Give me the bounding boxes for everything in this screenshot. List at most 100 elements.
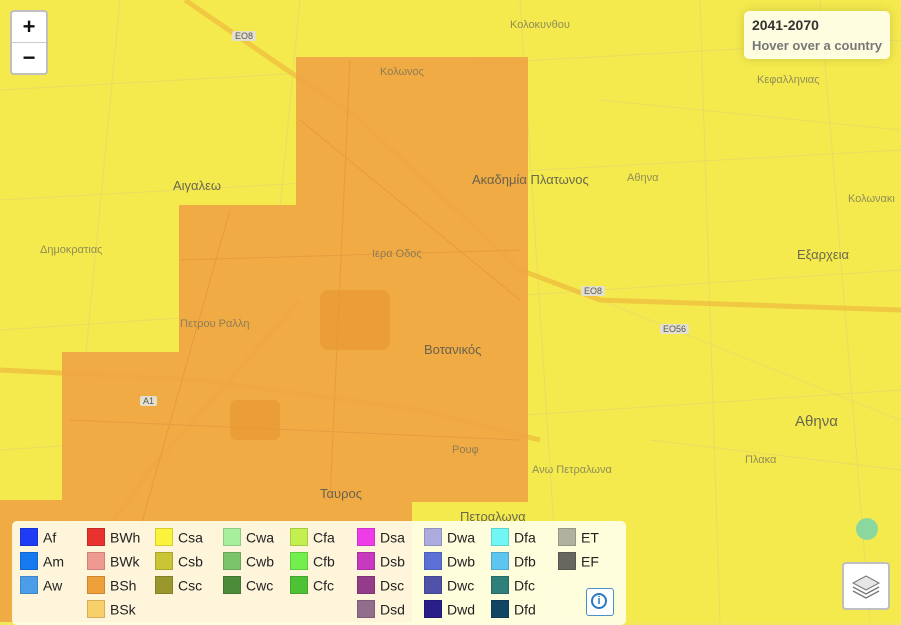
place-label: Κολοκυνθου: [510, 19, 570, 31]
legend-swatch: [290, 528, 308, 547]
metro-marker: [856, 518, 878, 540]
place-label: Εξαρχεια: [797, 247, 850, 262]
legend-item-et: ET: [558, 528, 599, 547]
legend-swatch: [223, 576, 241, 595]
legend-item-dsc: Dsc: [357, 576, 405, 595]
legend-swatch: [87, 552, 105, 571]
place-label: Ανω Πετραλωνα: [532, 464, 612, 476]
legend-label: Csb: [178, 553, 203, 570]
legend-item-cwb: Cwb: [223, 552, 274, 571]
legend-label: Dfc: [514, 577, 535, 594]
legend-item-cfc: Cfc: [290, 576, 334, 595]
legend-item-cfb: Cfb: [290, 552, 335, 571]
legend-label: Cfa: [313, 529, 335, 546]
legend-item-dwa: Dwa: [424, 528, 475, 547]
legend-swatch: [424, 528, 442, 547]
info-button[interactable]: i: [586, 588, 614, 616]
legend-item-dfd: Dfd: [491, 600, 536, 619]
legend-swatch: [558, 528, 576, 547]
legend-label: Csc: [178, 577, 203, 594]
zoom-control: + −: [10, 10, 48, 75]
legend-item-bwh: BWh: [87, 528, 141, 547]
legend-item-csb: Csb: [155, 552, 203, 571]
legend-label: Dwb: [447, 553, 476, 570]
legend-item-dwb: Dwb: [424, 552, 476, 571]
legend-swatch: [155, 576, 173, 595]
place-label: Ακαδημία Πλατωνος: [472, 172, 589, 187]
legend-item-dsb: Dsb: [357, 552, 405, 571]
legend-swatch: [20, 552, 38, 571]
legend-label: Dwd: [447, 601, 476, 618]
hover-hint: Hover over a country: [751, 38, 882, 53]
layers-button[interactable]: [842, 562, 890, 610]
legend-swatch: [155, 552, 173, 571]
legend-label: Dsd: [380, 601, 405, 618]
legend-item-csc: Csc: [155, 576, 203, 595]
legend-swatch: [223, 552, 241, 571]
legend-item-dsd: Dsd: [357, 600, 405, 619]
legend-label: BWk: [110, 553, 140, 570]
legend-label: Dsb: [380, 553, 405, 570]
legend-label: BSh: [110, 577, 137, 594]
legend-swatch: [491, 576, 509, 595]
legend-swatch: [357, 600, 375, 619]
zoom-out-button[interactable]: −: [12, 42, 46, 73]
legend-item-bsk: BSk: [87, 600, 136, 619]
legend-item-aw: Aw: [20, 576, 63, 595]
legend-item-ef: EF: [558, 552, 599, 571]
info-panel: 2041-2070 Hover over a country: [743, 11, 890, 59]
legend-label: Dwc: [447, 577, 475, 594]
road-shield: ΕΟ56: [660, 324, 690, 334]
legend-item-bwk: BWk: [87, 552, 140, 571]
legend-swatch: [155, 528, 173, 547]
legend-swatch: [558, 552, 576, 571]
legend-item-cwa: Cwa: [223, 528, 275, 547]
legend-swatch: [491, 528, 509, 547]
place-label: Κολωνακι: [848, 193, 895, 205]
place-label: Πετρου Ραλλη: [180, 318, 250, 330]
legend-swatch: [87, 528, 105, 547]
legend-item-cwc: Cwc: [223, 576, 274, 595]
legend-label: Aw: [43, 577, 63, 594]
legend-label: Dfb: [514, 553, 536, 570]
place-label: Κολωνος: [380, 66, 424, 78]
legend-swatch: [357, 552, 375, 571]
legend-item-dfc: Dfc: [491, 576, 535, 595]
legend-label: Csa: [178, 529, 203, 546]
legend-label: Dsa: [380, 529, 405, 546]
road-shield: Α1: [140, 396, 158, 406]
place-label: Βοτανικός: [424, 342, 482, 357]
place-label: Αιγαλεω: [173, 178, 222, 193]
place-label: Αθηνα: [627, 172, 659, 184]
legend-label: Dfd: [514, 601, 536, 618]
info-icon: i: [591, 593, 607, 609]
legend-label: Cwc: [246, 577, 274, 594]
legend-item-dwc: Dwc: [424, 576, 475, 595]
legend-label: Cwa: [246, 529, 275, 546]
legend-label: Cfb: [313, 553, 335, 570]
legend-label: Am: [43, 553, 64, 570]
place-label: Αθηνα: [795, 413, 838, 430]
legend-item-csa: Csa: [155, 528, 203, 547]
place-label: Ταυρος: [320, 486, 363, 501]
legend-label: Dsc: [380, 577, 405, 594]
legend-swatch: [491, 600, 509, 619]
legend-label: BSk: [110, 601, 136, 618]
place-label: Ιερα Οδος: [372, 248, 422, 260]
legend-label: BWh: [110, 529, 141, 546]
legend-swatch: [424, 576, 442, 595]
place-label: Δημοκρατιας: [40, 244, 103, 256]
legend-swatch: [290, 576, 308, 595]
legend-item-dsa: Dsa: [357, 528, 405, 547]
legend-swatch: [424, 600, 442, 619]
legend-swatch: [87, 600, 105, 619]
place-label: Ρουφ: [452, 444, 479, 456]
legend-item-bsh: BSh: [87, 576, 137, 595]
legend-item-dwd: Dwd: [424, 600, 476, 619]
place-label: Κεφαλληνιας: [757, 74, 820, 86]
legend-label: Dfa: [514, 529, 536, 546]
climate-legend: Af Am Aw BWh BWk BSh BSk Csa Csb Csc Cwa Cwb Cwc Cfa C…: [12, 521, 626, 625]
legend-item-dfb: Dfb: [491, 552, 536, 571]
zoom-in-button[interactable]: +: [12, 12, 46, 42]
legend-label: Cfc: [313, 577, 334, 594]
